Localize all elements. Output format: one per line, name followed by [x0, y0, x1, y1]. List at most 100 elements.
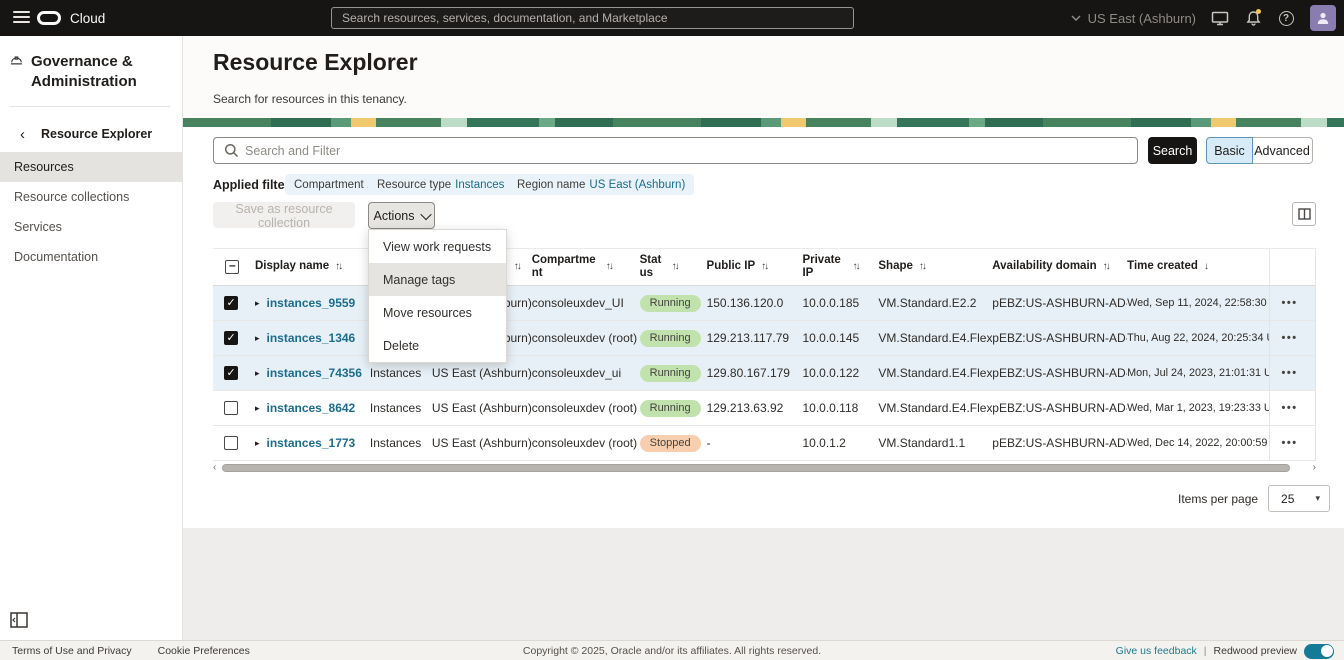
- chip-label: Compartment: [294, 179, 364, 191]
- resource-link[interactable]: instances_1346: [267, 331, 356, 345]
- expand-caret-icon[interactable]: ▸: [255, 298, 260, 309]
- row-actions-menu-icon[interactable]: •••: [1282, 367, 1298, 379]
- header-actions: [1269, 249, 1315, 285]
- column-settings-button[interactable]: [1292, 202, 1316, 226]
- resource-link[interactable]: instances_1773: [267, 436, 356, 450]
- redwood-preview-toggle[interactable]: [1304, 644, 1334, 659]
- cell-time-created: Mon, Jul 24, 2023, 21:01:31 U: [1127, 356, 1269, 390]
- resource-link[interactable]: instances_74356: [267, 366, 362, 380]
- sort-icon[interactable]: ↑↓: [606, 261, 612, 273]
- menu-item-view-work-requests[interactable]: View work requests: [369, 230, 506, 263]
- items-per-page-label: Items per page: [1178, 492, 1258, 506]
- header-time-created[interactable]: Time created↓: [1127, 249, 1269, 285]
- row-checkbox[interactable]: [224, 331, 238, 345]
- actions-button[interactable]: Actions: [368, 202, 435, 229]
- toggle-knob: [1321, 645, 1333, 657]
- basic-toggle-button[interactable]: Basic: [1206, 137, 1253, 164]
- header-compartment[interactable]: Compartment↑↓: [532, 249, 640, 285]
- region-label: US East (Ashburn): [1088, 11, 1196, 26]
- cell-availability-domain: pEBZ:US-ASHBURN-AD-1: [992, 356, 1127, 390]
- sidebar-back-link[interactable]: ‹ Resource Explorer: [0, 120, 183, 148]
- row-checkbox[interactable]: [224, 436, 238, 450]
- expand-caret-icon[interactable]: ▸: [255, 333, 260, 344]
- sidebar: Governance & Administration ‹ Resource E…: [0, 36, 183, 640]
- resource-link[interactable]: instances_8642: [267, 401, 356, 415]
- search-button[interactable]: Search: [1148, 137, 1197, 164]
- scroll-left-icon[interactable]: ‹: [213, 462, 216, 474]
- cell-compartment: consoleuxdev (root): [532, 426, 640, 460]
- cell-public-ip: 150.136.120.0: [707, 286, 803, 320]
- sort-icon[interactable]: ↑↓: [335, 261, 341, 273]
- filter-search-box: [213, 137, 1138, 164]
- sidebar-collapse-icon[interactable]: [10, 612, 30, 630]
- terms-link[interactable]: Terms of Use and Privacy: [12, 645, 132, 657]
- applied-filters-label: Applied filters: [213, 178, 296, 192]
- filter-chip-region[interactable]: Region name US East (Ashburn): [508, 174, 694, 195]
- header-private-ip[interactable]: Private IP↑↓: [802, 249, 878, 285]
- scroll-right-icon[interactable]: ›: [1313, 462, 1316, 474]
- page-title: Resource Explorer: [213, 49, 418, 76]
- sidebar-item-resources[interactable]: Resources: [0, 152, 183, 182]
- sort-icon[interactable]: ↑↓: [761, 261, 767, 273]
- sidebar-item-documentation[interactable]: Documentation: [0, 242, 183, 272]
- decorative-banner: [183, 118, 1344, 127]
- menu-item-manage-tags[interactable]: Manage tags: [369, 263, 506, 296]
- help-icon[interactable]: ?: [1277, 9, 1295, 27]
- filter-search-input[interactable]: [245, 144, 1137, 158]
- expand-caret-icon[interactable]: ▸: [255, 403, 260, 414]
- hamburger-menu-icon[interactable]: [13, 11, 30, 24]
- expand-caret-icon[interactable]: ▸: [255, 438, 260, 449]
- row-checkbox[interactable]: [224, 366, 238, 380]
- cloud-shell-icon[interactable]: [1211, 9, 1229, 27]
- feedback-link[interactable]: Give us feedback: [1116, 645, 1197, 657]
- brand-logo[interactable]: Cloud: [37, 6, 105, 30]
- table-row[interactable]: ▸instances_1773 Instances US East (Ashbu…: [213, 426, 1315, 461]
- sort-icon[interactable]: ↑↓: [919, 261, 925, 273]
- sort-icon[interactable]: ↑↓: [852, 261, 858, 273]
- global-search-input[interactable]: [331, 7, 854, 29]
- sidebar-item-resource-collections[interactable]: Resource collections: [0, 182, 183, 212]
- notifications-bell-icon[interactable]: [1244, 9, 1262, 27]
- cookie-preferences-link[interactable]: Cookie Preferences: [158, 645, 250, 657]
- columns-icon: [1298, 208, 1311, 220]
- row-checkbox[interactable]: [224, 296, 238, 310]
- cell-shape: VM.Standard1.1: [878, 426, 992, 460]
- sort-desc-icon[interactable]: ↓: [1204, 261, 1207, 273]
- user-menu-avatar[interactable]: [1310, 5, 1336, 31]
- status-badge: Running: [640, 330, 701, 347]
- status-badge: Stopped: [640, 435, 701, 452]
- scrollbar-thumb[interactable]: [222, 464, 1290, 472]
- items-per-page-select[interactable]: 25 ▾: [1268, 485, 1330, 512]
- region-selector[interactable]: US East (Ashburn): [1071, 11, 1196, 26]
- header-status[interactable]: Status↑↓: [640, 249, 707, 285]
- sort-icon[interactable]: ↑↓: [1103, 261, 1109, 273]
- sort-icon[interactable]: ↑↓: [672, 261, 678, 273]
- header-availability-domain[interactable]: Availability domain↑↓: [992, 249, 1127, 285]
- header-display-name[interactable]: Display name↑↓: [255, 249, 370, 285]
- table-row[interactable]: ▸instances_8642 Instances US East (Ashbu…: [213, 391, 1315, 426]
- governance-icon: [10, 52, 23, 70]
- header-shape[interactable]: Shape↑↓: [878, 249, 992, 285]
- save-as-resource-collection-button[interactable]: Save as resource collection: [213, 202, 355, 228]
- horizontal-scrollbar[interactable]: ‹ ›: [213, 462, 1316, 474]
- row-actions-menu-icon[interactable]: •••: [1282, 297, 1298, 309]
- cell-public-ip: -: [707, 426, 803, 460]
- expand-caret-icon[interactable]: ▸: [255, 368, 260, 379]
- advanced-toggle-button[interactable]: Advanced: [1252, 137, 1313, 164]
- cell-private-ip: 10.0.0.145: [802, 321, 878, 355]
- row-actions-menu-icon[interactable]: •••: [1282, 332, 1298, 344]
- row-actions-menu-icon[interactable]: •••: [1282, 402, 1298, 414]
- oci-console: Cloud US East (Ashburn) ?: [0, 0, 1344, 660]
- select-all-checkbox[interactable]: [225, 260, 239, 274]
- row-checkbox[interactable]: [224, 401, 238, 415]
- cell-private-ip: 10.0.0.185: [802, 286, 878, 320]
- resource-link[interactable]: instances_9559: [267, 296, 356, 310]
- sort-icon[interactable]: ↑↓: [514, 261, 520, 273]
- header-public-ip[interactable]: Public IP↑↓: [707, 249, 803, 285]
- row-actions-menu-icon[interactable]: •••: [1282, 437, 1298, 449]
- cell-private-ip: 10.0.0.122: [802, 356, 878, 390]
- sidebar-item-services[interactable]: Services: [0, 212, 183, 242]
- menu-item-move-resources[interactable]: Move resources: [369, 296, 506, 329]
- menu-item-delete[interactable]: Delete: [369, 329, 506, 362]
- sidebar-item-label: Resource collections: [14, 190, 129, 204]
